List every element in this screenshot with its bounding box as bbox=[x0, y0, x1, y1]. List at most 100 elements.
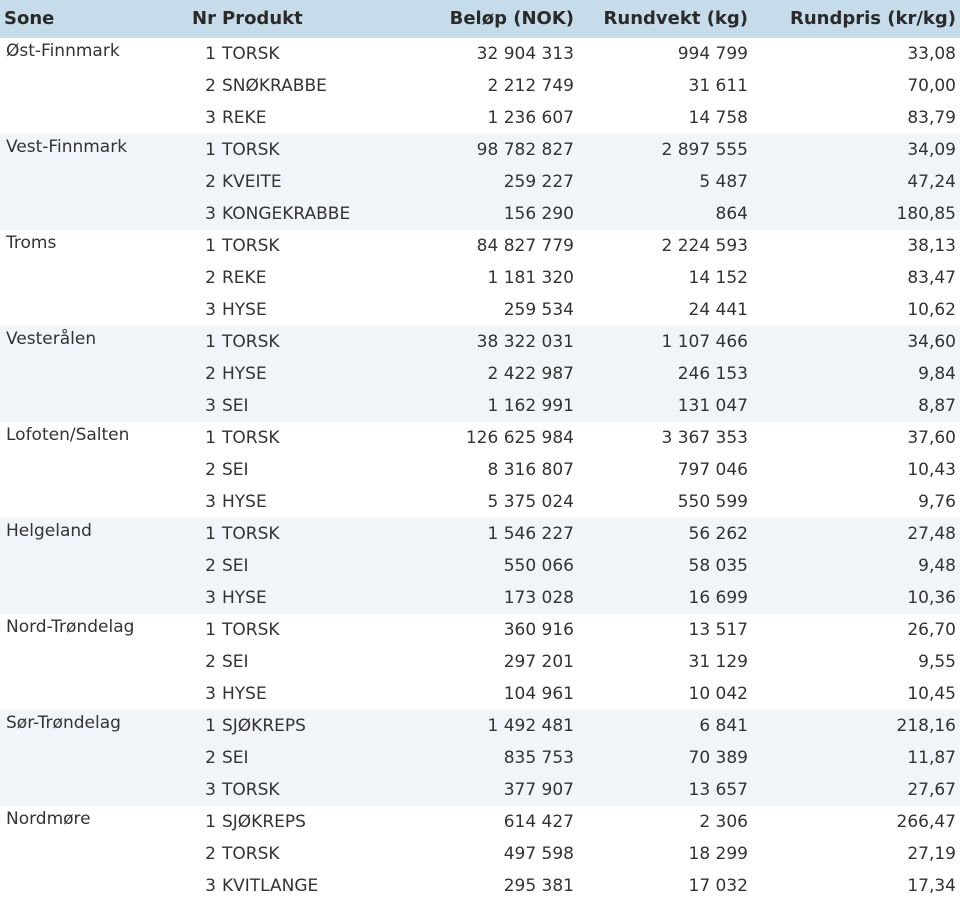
cell-rundvekt: 31 129 bbox=[688, 652, 748, 672]
cell-produkt: HYSE bbox=[222, 492, 267, 512]
header-produkt: Produkt bbox=[218, 0, 404, 38]
cell-produkt: TORSK bbox=[218, 518, 404, 550]
cell-produkt: TORSK bbox=[222, 428, 280, 448]
cell-rundpris: 180,85 bbox=[752, 198, 960, 230]
cell-nr: 1 bbox=[170, 518, 218, 550]
cell-rundvekt: 31 611 bbox=[688, 76, 748, 96]
cell-produkt: TORSK bbox=[218, 134, 404, 166]
cell-rundvekt: 1 107 466 bbox=[578, 326, 752, 358]
catch-table: Sone Nr Produkt Beløp (NOK) Rundvekt (kg… bbox=[0, 0, 960, 902]
cell-belop: 2 212 749 bbox=[487, 76, 574, 96]
cell-produkt: HYSE bbox=[222, 300, 267, 320]
cell-rundpris: 10,62 bbox=[907, 300, 956, 320]
cell-rundvekt: 994 799 bbox=[677, 44, 748, 64]
cell-nr: 2 bbox=[170, 742, 218, 774]
cell-rundvekt: 3 367 353 bbox=[661, 428, 748, 448]
zone-name: Sør-Trøndelag bbox=[0, 710, 170, 806]
cell-belop: 38 322 031 bbox=[404, 326, 578, 358]
cell-rundvekt: 246 153 bbox=[578, 358, 752, 390]
cell-nr: 1 bbox=[170, 134, 218, 166]
cell-rundpris: 10,36 bbox=[752, 582, 960, 614]
header-rundpris: Rundpris (kr/kg) bbox=[752, 0, 960, 38]
cell-rundvekt: 14 152 bbox=[688, 268, 748, 288]
cell-nr: 1 bbox=[205, 812, 216, 832]
table-body: Øst-Finnmark 1 TORSK 32 904 313 994 799 33,08… bbox=[0, 38, 960, 902]
cell-belop: 259 534 bbox=[503, 300, 574, 320]
cell-belop: 5 375 024 bbox=[487, 492, 574, 512]
cell-rundvekt: 797 046 bbox=[677, 460, 748, 480]
cell-produkt: TORSK bbox=[222, 236, 280, 256]
cell-rundpris: 34,60 bbox=[752, 326, 960, 358]
zone-name: Vest-Finnmark bbox=[0, 134, 170, 230]
cell-rundvekt: 56 262 bbox=[578, 518, 752, 550]
cell-nr: 2 bbox=[205, 652, 216, 672]
zone-label: Troms bbox=[6, 233, 57, 253]
cell-belop: 295 381 bbox=[503, 876, 574, 896]
cell-produkt: TORSK bbox=[222, 844, 280, 864]
cell-belop: 173 028 bbox=[404, 582, 578, 614]
cell-produkt: HYSE bbox=[218, 358, 404, 390]
zone-name: Nordmøre bbox=[0, 806, 170, 902]
header-belop: Beløp (NOK) bbox=[404, 0, 578, 38]
cell-rundvekt: 10 042 bbox=[688, 684, 748, 704]
cell-rundvekt: 2 306 bbox=[699, 812, 748, 832]
cell-rundpris: 10,43 bbox=[907, 460, 956, 480]
cell-rundvekt: 13 657 bbox=[578, 774, 752, 806]
cell-rundpris: 26,70 bbox=[907, 620, 956, 640]
cell-belop: 497 598 bbox=[503, 844, 574, 864]
cell-rundpris: 37,60 bbox=[907, 428, 956, 448]
cell-produkt: TORSK bbox=[218, 774, 404, 806]
cell-produkt: SNØKRABBE bbox=[222, 76, 327, 96]
cell-nr: 3 bbox=[205, 108, 216, 128]
cell-rundpris: 266,47 bbox=[896, 812, 956, 832]
cell-belop: 2 422 987 bbox=[404, 358, 578, 390]
cell-rundpris: 27,48 bbox=[752, 518, 960, 550]
cell-rundpris: 8,87 bbox=[752, 390, 960, 422]
zone-name: Vesterålen bbox=[0, 326, 170, 422]
header-sone: Sone bbox=[0, 0, 170, 38]
cell-produkt: HYSE bbox=[222, 684, 267, 704]
cell-nr: 3 bbox=[205, 492, 216, 512]
cell-nr: 1 bbox=[170, 710, 218, 742]
table-row: Lofoten/Salten 1 TORSK 126 625 984 3 367 353… bbox=[0, 422, 960, 454]
cell-nr: 1 bbox=[205, 44, 216, 64]
cell-nr: 2 bbox=[205, 460, 216, 480]
table-header: Sone Nr Produkt Beløp (NOK) Rundvekt (kg… bbox=[0, 0, 960, 38]
cell-rundvekt: 550 599 bbox=[677, 492, 748, 512]
cell-rundvekt: 58 035 bbox=[578, 550, 752, 582]
cell-produkt: HYSE bbox=[218, 582, 404, 614]
table-row: Helgeland 1 TORSK 1 546 227 56 262 27,48 bbox=[0, 518, 960, 614]
table-row: Nord-Trøndelag 1 TORSK 360 916 13 517 26,70 bbox=[0, 614, 960, 646]
cell-belop: 259 227 bbox=[404, 166, 578, 198]
header-rundvekt: Rundvekt (kg) bbox=[578, 0, 752, 38]
cell-belop: 1 162 991 bbox=[404, 390, 578, 422]
table-row: Vest-Finnmark 1 TORSK 98 782 827 2 897 555 34… bbox=[0, 134, 960, 230]
cell-rundpris: 9,76 bbox=[918, 492, 956, 512]
cell-produkt: TORSK bbox=[218, 326, 404, 358]
cell-belop: 377 907 bbox=[404, 774, 578, 806]
cell-nr: 3 bbox=[170, 774, 218, 806]
cell-belop: 8 316 807 bbox=[487, 460, 574, 480]
cell-rundvekt: 14 758 bbox=[688, 108, 748, 128]
cell-belop: 32 904 313 bbox=[476, 44, 574, 64]
cell-produkt: SJØKREPS bbox=[218, 710, 404, 742]
cell-produkt: TORSK bbox=[222, 44, 280, 64]
zone-name: Helgeland bbox=[0, 518, 170, 614]
cell-nr: 2 bbox=[205, 76, 216, 96]
zone-name: Nord-Trøndelag bbox=[0, 614, 170, 710]
cell-rundpris: 218,16 bbox=[752, 710, 960, 742]
cell-produkt: SEI bbox=[222, 460, 249, 480]
cell-rundpris: 9,55 bbox=[918, 652, 956, 672]
zone-name: Troms bbox=[0, 230, 170, 326]
cell-produkt: KVEITE bbox=[218, 166, 404, 198]
cell-nr: 2 bbox=[170, 358, 218, 390]
cell-rundvekt: 24 441 bbox=[688, 300, 748, 320]
zone-label: Vest-Finnmark bbox=[6, 137, 128, 157]
cell-nr: 3 bbox=[205, 300, 216, 320]
cell-belop: 126 625 984 bbox=[465, 428, 574, 448]
cell-nr: 3 bbox=[170, 582, 218, 614]
cell-nr: 2 bbox=[170, 550, 218, 582]
zone-label: Nordmøre bbox=[6, 809, 91, 829]
cell-rundpris: 9,84 bbox=[752, 358, 960, 390]
cell-nr: 3 bbox=[170, 390, 218, 422]
